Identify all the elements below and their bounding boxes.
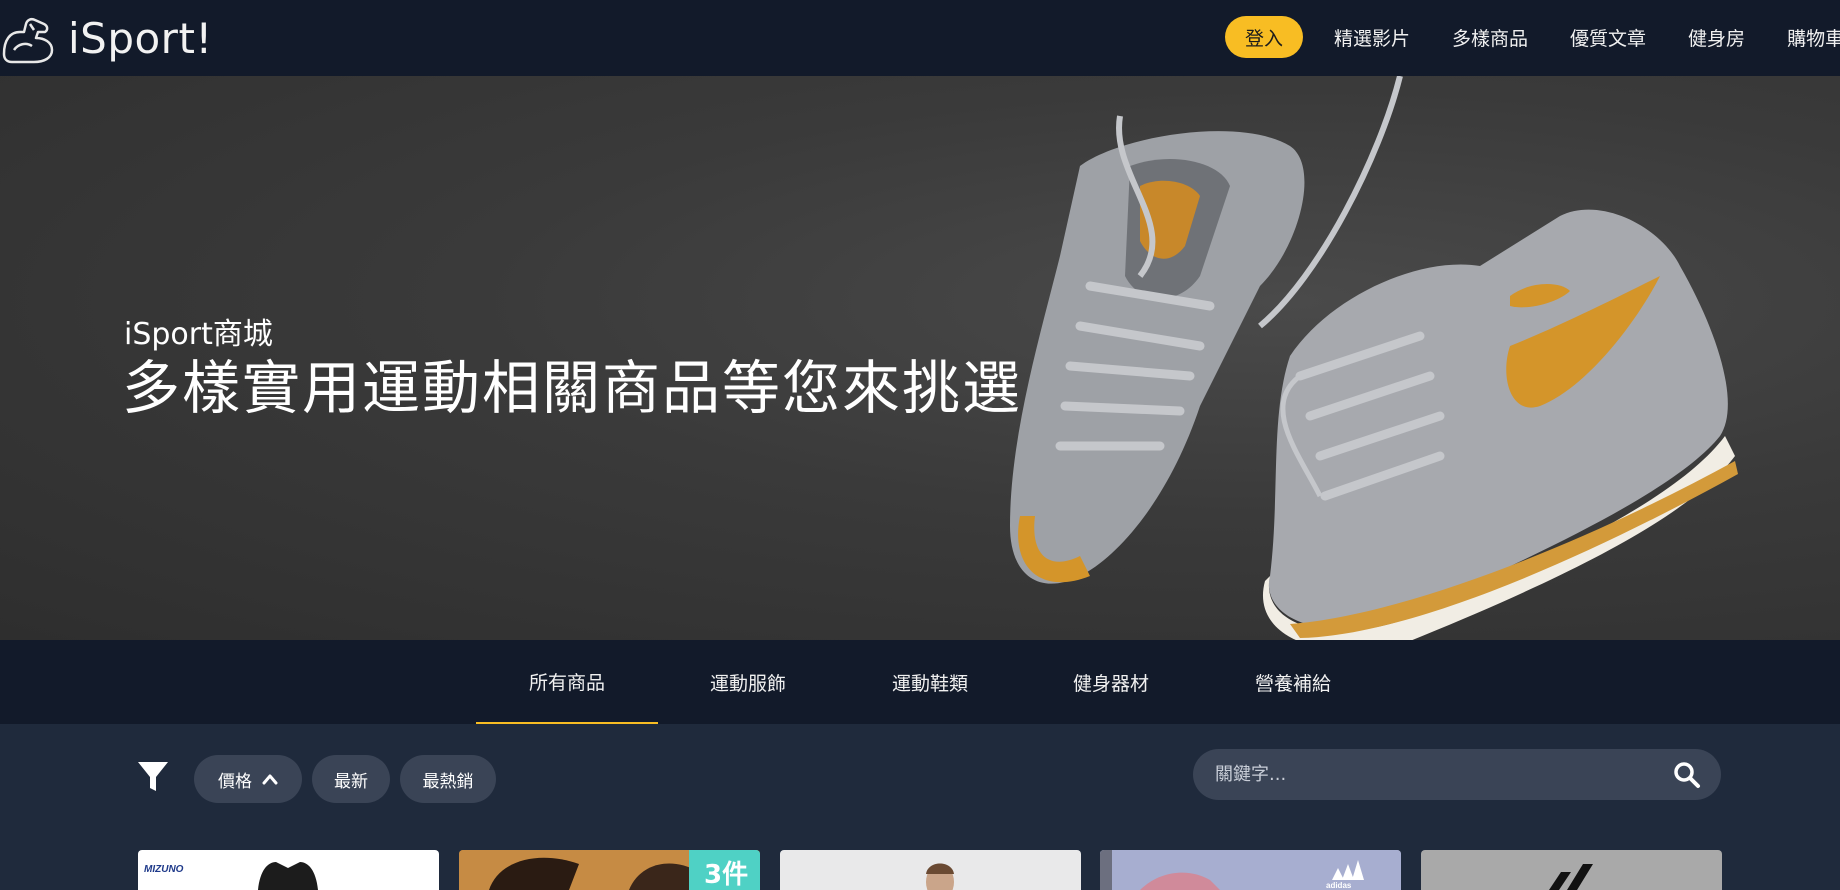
product-badge: 3件 bbox=[704, 860, 749, 890]
login-button[interactable]: 登入 bbox=[1225, 16, 1303, 58]
product-image: adidas bbox=[1100, 850, 1401, 890]
search-icon[interactable] bbox=[1673, 761, 1701, 789]
nav-link-cart[interactable]: 購物車 bbox=[1787, 24, 1840, 51]
nav-link-videos[interactable]: 精選影片 bbox=[1334, 24, 1410, 51]
price-sort-label: 價格 bbox=[218, 771, 252, 792]
tab-nutrition[interactable]: 營養補給 bbox=[1202, 640, 1384, 724]
nav-links: 登入 精選影片 多樣商品 優質文章 健身房 購物車 bbox=[1225, 16, 1840, 58]
price-sort-button[interactable]: 價格 bbox=[194, 755, 302, 803]
product-image bbox=[1549, 864, 1593, 890]
product-image bbox=[926, 863, 954, 890]
search-input[interactable] bbox=[1215, 749, 1655, 800]
tab-all-products[interactable]: 所有商品 bbox=[476, 640, 658, 724]
top-navbar: iSport! 登入 精選影片 多樣商品 優質文章 健身房 購物車 bbox=[0, 0, 1840, 76]
product-card[interactable]: adidas bbox=[1100, 850, 1401, 890]
product-card[interactable] bbox=[1421, 850, 1722, 890]
svg-text:MIZUNO: MIZUNO bbox=[144, 864, 184, 875]
product-card[interactable]: 3件 bbox=[459, 850, 760, 890]
filter-icon[interactable] bbox=[137, 760, 169, 794]
hero-title: 多樣實用運動相關商品等您來挑選 bbox=[122, 354, 1023, 422]
product-card[interactable]: MIZUNO bbox=[138, 850, 439, 890]
svg-text:adidas: adidas bbox=[1326, 881, 1352, 890]
newest-sort-button[interactable]: 最新 bbox=[312, 755, 390, 803]
nav-link-articles[interactable]: 優質文章 bbox=[1570, 24, 1646, 51]
category-tabs: 所有商品 運動服飾 運動鞋類 健身器材 營養補給 bbox=[0, 640, 1840, 724]
brand-logo[interactable]: iSport! bbox=[0, 10, 213, 66]
muscle-arm-icon bbox=[2, 17, 54, 64]
product-card[interactable] bbox=[780, 850, 1081, 890]
tab-apparel[interactable]: 運動服飾 bbox=[657, 640, 839, 724]
brand-name: iSport! bbox=[68, 13, 213, 63]
bestseller-sort-button[interactable]: 最熱銷 bbox=[400, 755, 496, 803]
tab-shoes[interactable]: 運動鞋類 bbox=[839, 640, 1021, 724]
search-box bbox=[1193, 749, 1721, 800]
chevron-up-icon bbox=[262, 774, 278, 785]
tab-fitness-equipment[interactable]: 健身器材 bbox=[1020, 640, 1202, 724]
hero-banner: iSport商城 多樣實用運動相關商品等您來挑選 bbox=[0, 76, 1840, 640]
nav-link-gym[interactable]: 健身房 bbox=[1688, 24, 1745, 51]
nav-link-products[interactable]: 多樣商品 bbox=[1452, 24, 1528, 51]
product-image: MIZUNO bbox=[144, 862, 318, 890]
